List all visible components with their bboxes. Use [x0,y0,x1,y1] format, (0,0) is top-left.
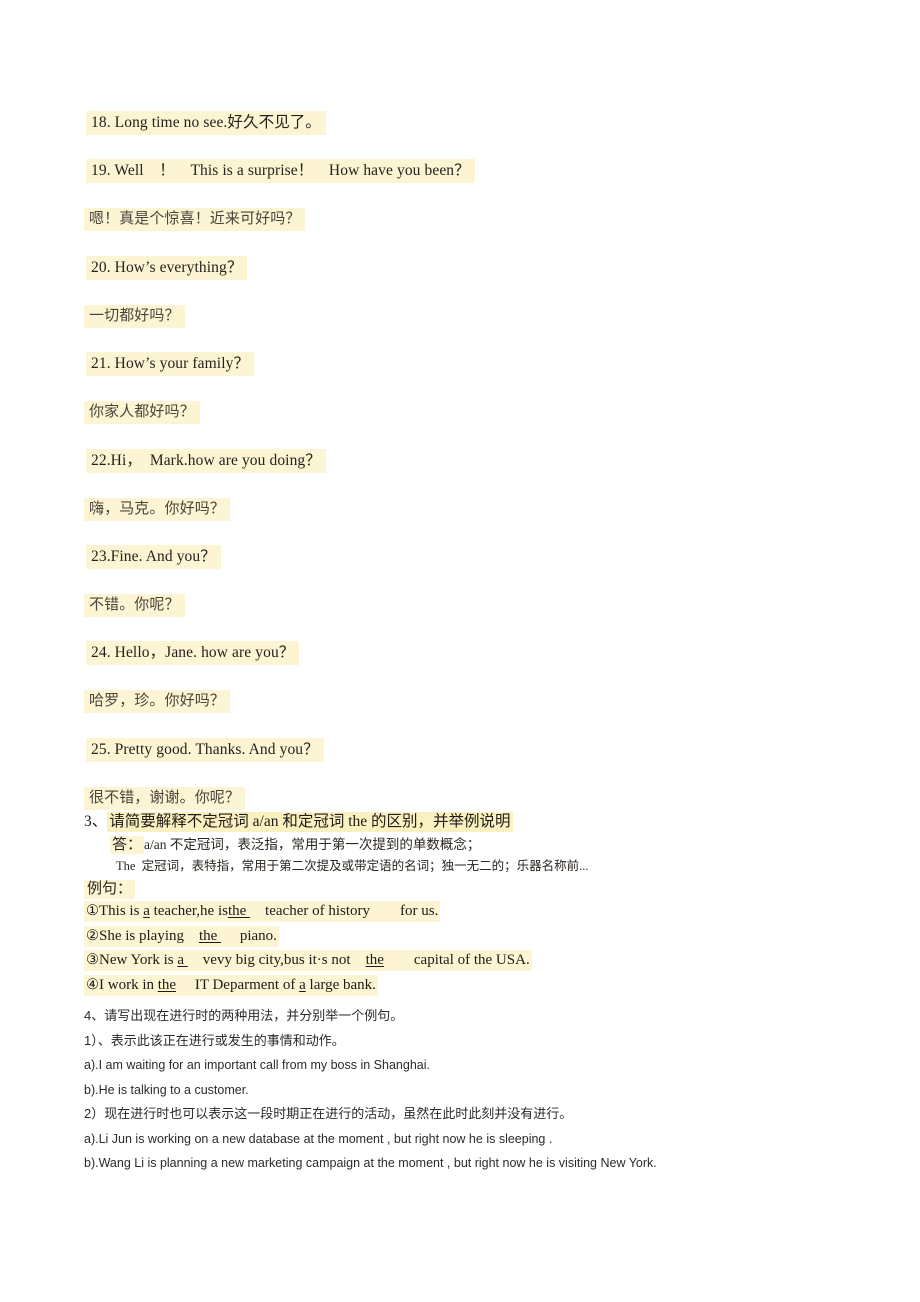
section-4-usage-2: 2）现在进行时也可以表示这一段时期正在进行的活动，虽然在此时此刻并没有进行。 [84,1106,573,1121]
example-row: ③New York is a vevy big city,bus it·s no… [84,948,874,973]
list-item: 你家人都好吗？ [84,401,200,424]
highlighted-text: 23.Fine. And you？ [86,545,221,569]
answer-text-2: The 定冠词，表特指，常用于第二次提及或带定语的名词；独一无二的；乐器名称前.… [116,859,589,873]
example-blank-answer: the [199,927,222,944]
highlighted-text: 一切都好吗？ [84,305,185,328]
list-item: 22.Hi， Mark.how are you doing？ [86,449,326,473]
list-item: 21. How’s your family？ [86,352,255,376]
list-item: 一切都好吗？ [84,305,185,328]
list-item: 嗨，马克。你好吗？ [84,498,230,521]
example-blank-answer: a [299,976,306,993]
section-4-example-c: a).Li Jun is working on a new database a… [84,1131,553,1146]
example-part: I work in [99,976,158,993]
section-4-example-a: a).I am waiting for an important call fr… [84,1058,430,1072]
section-4-example-b: b).He is talking to a customer. [84,1082,249,1097]
highlighted-text: 24. Hello，Jane. how are you？ [86,641,300,665]
section-3-number: 3、 [84,813,108,830]
example-part: capital of the USA. [383,952,530,968]
section-4-heading: 4、请写出现在进行时的两种用法，并分别举一个例句。 [84,1008,404,1023]
highlighted-text: 很不错，谢谢。你呢？ [84,787,246,810]
answer-label: 答： [110,836,145,854]
highlighted-text: 19. Well ！ This is a surprise！ How have … [86,159,475,183]
highlighted-text: 21. How’s your family？ [86,352,255,376]
list-item: 嗯！真是个惊喜！近来可好吗？ [84,208,306,231]
list-item: 18. Long time no see.好久不见了。 [86,111,327,135]
example-part: teacher,he is [149,903,228,919]
example-row: ②She is playing the piano. [84,924,874,949]
example-marker: ① [86,903,99,919]
list-item: 23.Fine. And you？ [86,545,221,569]
list-item: 19. Well ！ This is a surprise！ How have … [86,159,475,183]
example-part: New York is [99,952,178,968]
list-item: 24. Hello，Jane. how are you？ [86,641,300,665]
list-item: 25. Pretty good. Thanks. And you？ [86,738,324,762]
example-blank-answer: a [143,903,150,919]
highlighted-text: 嗯！真是个惊喜！近来可好吗？ [84,208,306,231]
section-4: 4、请写出现在进行时的两种用法，并分别举一个例句。 1）、表示此该正在进行或发生… [84,1004,884,1176]
example-blank-answer: the [227,903,251,919]
example-marker: ③ [86,952,99,968]
example-part: teacher of history for us. [250,903,439,919]
section-3-heading: 3、 请简要解释不定冠词 a/an 和定冠词 the 的区别，并举例说明 [84,812,874,832]
section-4-example-d: b).Wang Li is planning a new marketing c… [84,1156,657,1170]
example-blank-answer: a [177,952,188,968]
examples-label-row: 例句： [84,879,874,899]
example-marker: ④ [86,976,99,993]
list-item: 哈罗，珍。你好吗？ [84,690,230,713]
example-marker: ② [86,927,99,944]
examples-label: 例句： [84,880,136,899]
highlighted-text: 哈罗，珍。你好吗？ [84,690,230,713]
example-part: IT Deparment of [176,976,300,993]
document-page: 18. Long time no see.好久不见了。 19. Well ！ T… [0,0,920,1302]
highlighted-text: 不错。你呢？ [84,594,185,617]
highlighted-text: 25. Pretty good. Thanks. And you？ [86,738,324,762]
highlighted-text: 22.Hi， Mark.how are you doing？ [86,449,326,473]
example-part: She is playing [99,927,199,944]
section-3: 3、 请简要解释不定冠词 a/an 和定冠词 the 的区别，并举例说明 答： a/… [84,812,874,997]
section-3-answer-line-1: 答： a/an 不定冠词，表泛指，常用于第一次提到的单数概念； [84,835,874,855]
example-part: This is [99,903,144,919]
example-blank-answer: the [365,952,384,968]
example-part: vevy big city,bus it·s not [187,952,366,968]
section-3-answer-line-2: The 定冠词，表特指，常用于第二次提及或带定语的名词；独一无二的；乐器名称前.… [84,857,874,876]
list-item: 不错。你呢？ [84,594,185,617]
example-part: large bank. [305,976,376,993]
example-row: ④I work in the IT Deparment of a large b… [84,973,874,998]
highlighted-text: 你家人都好吗？ [84,401,200,424]
answer-text-1: a/an 不定冠词，表泛指，常用于第一次提到的单数概念； [144,837,481,852]
highlighted-text: 20. How’s everything？ [86,256,248,280]
highlighted-text: 嗨，马克。你好吗？ [84,498,230,521]
highlighted-text: 18. Long time no see.好久不见了。 [86,111,327,135]
list-item: 20. How’s everything？ [86,256,248,280]
section-3-heading-text: 请简要解释不定冠词 a/an 和定冠词 the 的区别，并举例说明 [107,812,513,832]
example-blank-answer: the [157,976,177,993]
example-part: piano. [221,927,277,944]
list-item: 很不错，谢谢。你呢？ [84,787,246,810]
section-4-usage-1: 1）、表示此该正在进行或发生的事情和动作。 [84,1032,345,1048]
example-row: ①This is a teacher,he isthe teacher of h… [84,899,874,924]
